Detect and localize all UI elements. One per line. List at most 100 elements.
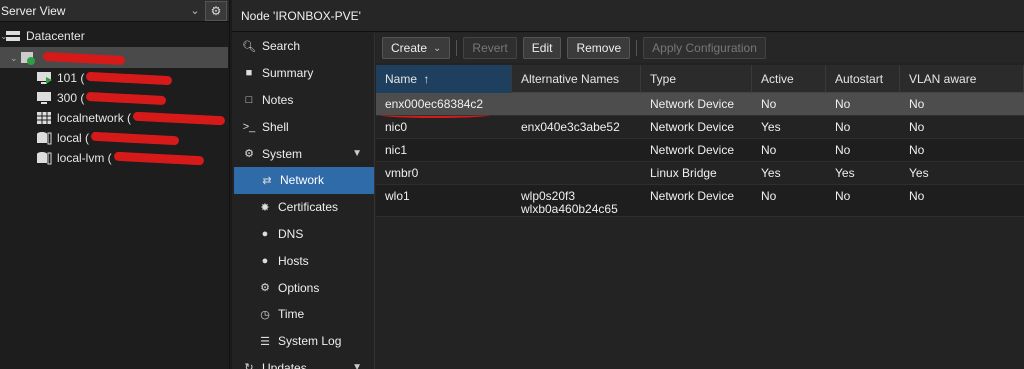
toolbar-separator xyxy=(456,40,458,56)
redaction-mark xyxy=(90,131,180,145)
column-header-autostart[interactable]: Autostart xyxy=(826,65,900,93)
cell-alt-names xyxy=(512,139,641,161)
nav-item-shell[interactable]: >_ Shell xyxy=(232,113,374,140)
caret-down-icon[interactable]: ▼ xyxy=(352,362,362,369)
view-select[interactable]: Server View xyxy=(1,4,185,18)
refresh-icon: ↻ xyxy=(244,362,254,369)
cell-name: nic0 xyxy=(385,120,408,134)
storage-icon xyxy=(36,131,52,145)
tree-item-label: local-lvm ( xyxy=(57,151,112,165)
network-grid: Name ↑ Alternative Names Type Active Aut… xyxy=(376,65,1024,217)
redaction-mark xyxy=(42,51,126,65)
tree-item-vm-300[interactable]: 300 ( xyxy=(36,88,167,108)
redaction-mark xyxy=(86,71,173,85)
tree-item-localnetwork[interactable]: localnetwork ( xyxy=(36,108,226,128)
book-icon: ■ xyxy=(245,67,253,80)
gear-icon[interactable]: ⚙ xyxy=(205,0,227,21)
globe-icon: ● xyxy=(261,227,269,240)
nav-item-label: Notes xyxy=(262,92,294,107)
column-header-type[interactable]: Type xyxy=(641,65,752,93)
table-row[interactable]: nic1 Network Device No No No xyxy=(376,139,1024,162)
tree-item-datacenter[interactable]: ⌄ Datacenter xyxy=(0,26,85,46)
cell-active: No xyxy=(761,143,777,157)
monitor-running-icon xyxy=(36,71,52,85)
cell-type: Network Device xyxy=(650,143,735,157)
nav-item-hosts[interactable]: ● Hosts xyxy=(232,247,374,274)
nav-item-search[interactable]: 🔍︎ Search xyxy=(232,33,374,60)
cell-name: wlo1 xyxy=(385,189,410,203)
nav-item-label: Summary xyxy=(262,66,314,81)
cell-vlan-aware: No xyxy=(909,120,925,134)
cell-type: Network Device xyxy=(650,97,735,111)
column-header-name[interactable]: Name ↑ xyxy=(376,65,512,93)
nav-item-summary[interactable]: ■ Summary xyxy=(232,60,374,87)
content-panel: Node 'IRONBOX-PVE' 🔍︎ Search ■ Summary □… xyxy=(232,0,1024,369)
cell-type: Linux Bridge xyxy=(650,166,717,180)
cell-autostart: No xyxy=(835,189,851,203)
globe-icon: ● xyxy=(261,254,269,267)
expand-icon[interactable]: ⌄ xyxy=(10,53,20,64)
toolbar-separator xyxy=(636,40,638,56)
create-button[interactable]: Create ⌄ xyxy=(382,37,451,59)
caret-down-icon[interactable]: ▼ xyxy=(352,148,362,159)
nav-item-updates[interactable]: ↻ Updates ▼ xyxy=(232,355,374,369)
storage-icon xyxy=(36,151,52,165)
nav-item-network[interactable]: ⇄ Network xyxy=(234,166,374,194)
cell-vlan-aware: Yes xyxy=(909,166,929,180)
create-button-label: Create xyxy=(391,41,428,55)
nav-item-certificates[interactable]: ✸ Certificates xyxy=(232,194,374,221)
nav-item-time[interactable]: ◷ Time xyxy=(232,301,374,328)
tree-item-label: localnetwork ( xyxy=(57,111,132,125)
nav-item-label: Hosts xyxy=(278,253,309,268)
column-header-alternative-names[interactable]: Alternative Names xyxy=(512,65,641,93)
nav-item-label: System Log xyxy=(278,334,342,349)
column-header-active[interactable]: Active xyxy=(752,65,826,93)
nav-item-system-log[interactable]: ☰ System Log xyxy=(232,328,374,355)
nav-item-label: Network xyxy=(280,173,325,188)
tree-item-vm-101[interactable]: 101 ( xyxy=(36,68,173,88)
tree-item-local-lvm[interactable]: local-lvm ( xyxy=(36,148,204,168)
nav-item-label: Options xyxy=(278,280,320,295)
grid-icon xyxy=(36,111,52,125)
tree-header: Server View ⌄ ⚙ xyxy=(0,0,229,22)
terminal-icon: >_ xyxy=(242,120,256,133)
nav-item-label: Certificates xyxy=(278,200,339,215)
table-row[interactable]: nic0 enx040e3c3abe52 Network Device Yes … xyxy=(376,116,1024,139)
nav-item-label: DNS xyxy=(278,226,304,241)
column-header-vlan-aware[interactable]: VLAN aware xyxy=(900,65,1024,93)
node-online-icon xyxy=(20,51,36,65)
apply-configuration-button[interactable]: Apply Configuration xyxy=(643,37,766,59)
cell-autostart: Yes xyxy=(835,166,855,180)
certificate-icon: ✸ xyxy=(260,201,270,214)
tree-item-node[interactable]: ⌄ xyxy=(10,48,126,68)
table-row[interactable]: wlo1 wlp0s20f3 wlxb0a460b24c65 Network De… xyxy=(376,185,1024,217)
revert-button[interactable]: Revert xyxy=(463,37,517,59)
search-icon: 🔍︎ xyxy=(242,40,256,53)
nav-item-options[interactable]: ⚙ Options xyxy=(232,274,374,301)
page-title: Node 'IRONBOX-PVE' xyxy=(232,0,1024,32)
resource-tree: Server View ⌄ ⚙ ⌄ Datacenter ⌄ 101 ( 300… xyxy=(0,0,230,369)
edit-button[interactable]: Edit xyxy=(522,37,562,59)
tree-item-label: Datacenter xyxy=(26,29,85,43)
cell-alt-names xyxy=(512,162,641,184)
cell-type: Network Device xyxy=(650,120,735,134)
table-row[interactable]: vmbr0 Linux Bridge Yes Yes Yes xyxy=(376,162,1024,185)
cell-active: No xyxy=(761,97,777,111)
nav-item-system[interactable]: ⚙ System ▼ xyxy=(232,140,374,167)
nav-item-notes[interactable]: □ Notes xyxy=(232,87,374,114)
tree-item-local-storage[interactable]: local ( xyxy=(36,128,180,148)
cell-alt-names xyxy=(512,93,641,115)
cell-alt-names: enx040e3c3abe52 xyxy=(521,120,620,134)
remove-button[interactable]: Remove xyxy=(567,37,631,59)
tree-item-label: 101 ( xyxy=(57,71,85,85)
chevron-down-icon[interactable]: ⌄ xyxy=(185,4,205,17)
cell-autostart: No xyxy=(835,143,851,157)
exchange-icon: ⇄ xyxy=(262,174,272,187)
grid-header: Name ↑ Alternative Names Type Active Aut… xyxy=(376,65,1024,93)
nav-item-label: System xyxy=(262,146,303,161)
chevron-down-icon: ⌄ xyxy=(433,42,442,54)
redaction-mark xyxy=(86,91,167,105)
nav-item-dns[interactable]: ● DNS xyxy=(232,221,374,248)
notes-icon: □ xyxy=(245,93,253,106)
tree-item-label: 300 ( xyxy=(57,91,85,105)
